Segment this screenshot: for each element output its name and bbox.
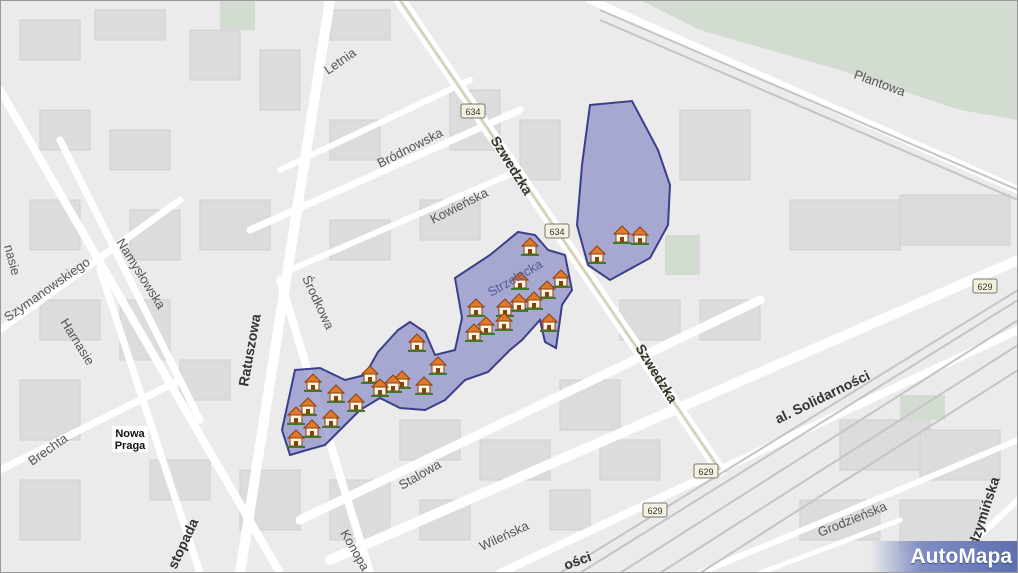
svg-text:634: 634 [465,107,480,117]
road-shield-634-north: 634 [460,103,486,119]
map-canvas[interactable]: 634 634 629 629 629 Szwedzka Szwedzka Pl… [0,0,1018,573]
street-label-ratuszowa: Ratuszowa [235,313,263,388]
road-shield-629-east: 629 [972,278,998,294]
map-view[interactable]: 634 634 629 629 629 Szwedzka Szwedzka Pl… [0,0,1018,573]
svg-text:Nowa: Nowa [115,428,145,440]
svg-text:629: 629 [647,506,662,516]
road-shield-634-south: 634 [544,223,570,239]
svg-text:629: 629 [977,282,992,292]
svg-text:629: 629 [698,467,713,477]
street-label-wilenska: Wileńska [477,518,532,554]
street-label-fragment: nasie [1,243,24,277]
svg-text:634: 634 [549,227,564,237]
road-shield-629-south: 629 [642,502,668,518]
street-label-fragment-bottom: ości [562,548,594,573]
district-label-nowa-praga: Nowa Praga [112,426,148,452]
street-label-srodkowa: Środkowa [299,273,337,332]
svg-text:Praga: Praga [115,440,146,452]
road-shield-629-center: 629 [693,463,719,479]
automapa-logo: AutoMapa [870,541,1018,573]
